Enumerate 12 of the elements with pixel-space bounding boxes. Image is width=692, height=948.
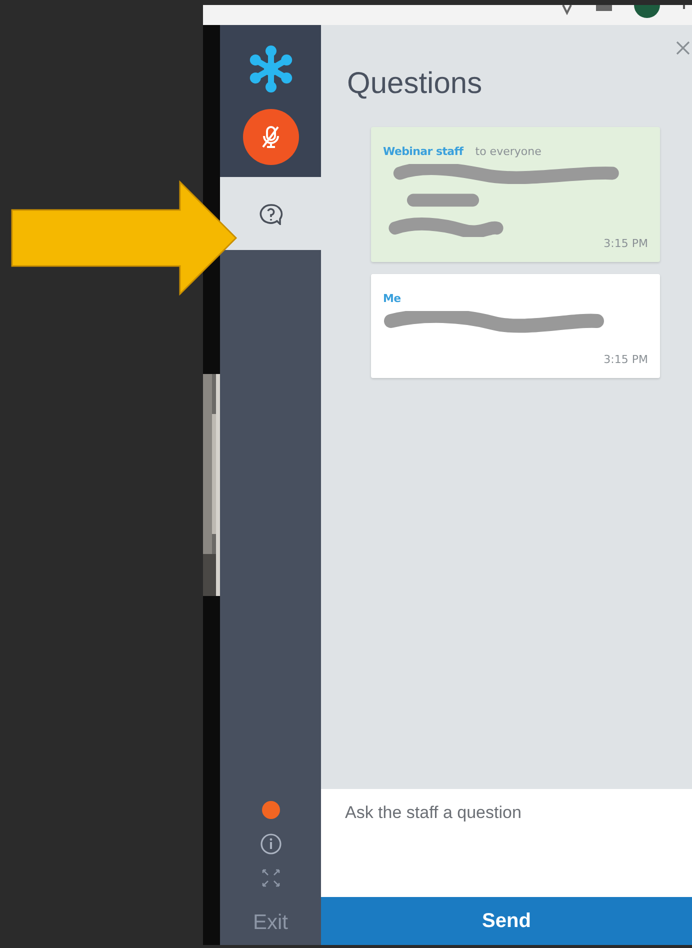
fullscreen-icon[interactable] (262, 869, 280, 887)
message-audience: to everyone (475, 145, 542, 158)
panel-title: Questions (347, 67, 484, 101)
message-time: 3:15 PM (604, 353, 648, 366)
message-time: 3:15 PM (604, 237, 648, 250)
info-icon[interactable] (260, 833, 282, 855)
sender-name: Me (383, 292, 401, 305)
avatar-icon[interactable] (634, 5, 660, 19)
exit-button[interactable]: Exit (252, 907, 288, 939)
send-button[interactable]: Send (321, 897, 692, 945)
question-bubble-icon (258, 202, 282, 224)
sender-name: Webinar staff (383, 145, 464, 158)
